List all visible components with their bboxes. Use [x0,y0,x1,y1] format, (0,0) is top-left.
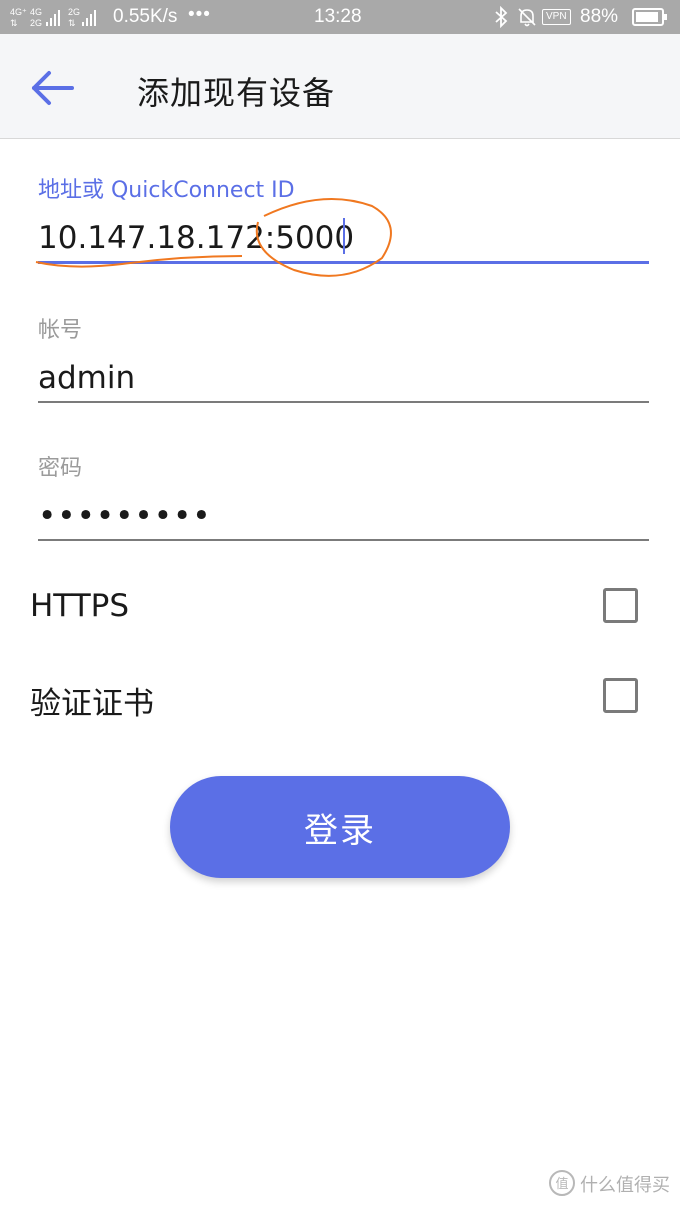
svg-text:值: 值 [555,1176,568,1192]
page-title: 添加现有设备 [137,74,336,112]
address-field: 地址或 QuickConnect ID [35,170,649,277]
login-button[interactable]: 登录 [170,776,510,878]
password-underline [38,539,649,541]
svg-text:⇅: ⇅ [10,18,18,28]
watermark: 值 什么值得买 [548,1168,672,1198]
cellular-signal-icon: 4G⁺ ⇅ 4G 2G 2G ⇅ [10,7,96,28]
verify-cert-checkbox[interactable] [603,678,638,713]
https-label: HTTPS [30,588,130,624]
clock: 13:28 [314,6,362,27]
password-input[interactable] [38,496,649,536]
network-speed: 0.55K/s [113,6,178,27]
vpn-badge: VPN [542,9,571,25]
battery-percent: 88% [580,6,619,27]
battery-icon [632,8,667,26]
verify-cert-label: 验证证书 [30,686,154,722]
svg-text:2G: 2G [30,18,42,28]
password-field: 密码 [38,448,649,542]
https-checkbox[interactable] [603,588,638,623]
overflow-dots: ••• [188,4,211,25]
watermark-logo-icon: 值 [549,1170,575,1196]
mute-bell-icon [518,8,536,27]
annotation-marks [35,197,392,277]
watermark-text: 什么值得买 [580,1175,670,1196]
status-bar: 4G⁺ ⇅ 4G 2G 2G ⇅ 0.55K/s ••• 13:28 VPN 8… [0,0,680,34]
verify-cert-option: 验证证书 [30,674,650,724]
arrow-left-icon [32,71,74,105]
password-label: 密码 [38,456,83,481]
app-bar: 添加现有设备 [0,34,680,139]
back-button[interactable] [20,58,84,114]
account-field: 帐号 [38,310,649,404]
svg-text:2G: 2G [68,7,80,17]
account-label: 帐号 [38,318,83,343]
https-option: HTTPS [30,584,650,634]
svg-text:4G⁺: 4G⁺ [10,7,27,17]
account-underline [38,401,649,403]
svg-text:⇅: ⇅ [68,18,76,28]
account-input[interactable] [38,358,649,398]
svg-text:4G: 4G [30,7,42,17]
bluetooth-icon [495,6,508,28]
